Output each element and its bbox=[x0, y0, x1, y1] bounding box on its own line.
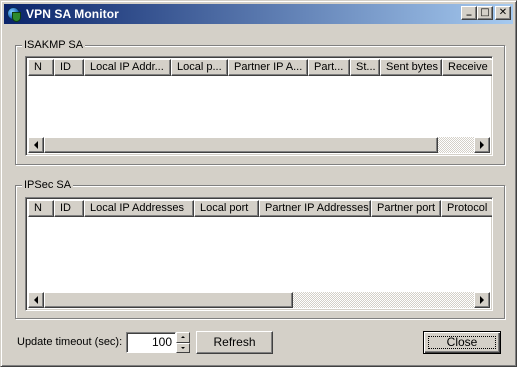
isakmp-col-local-ip[interactable]: Local IP Addr... bbox=[84, 59, 171, 76]
isakmp-sa-list-header: N ID Local IP Addr... Local p... Partner… bbox=[28, 59, 492, 76]
ipsec-col-id[interactable]: ID bbox=[54, 200, 84, 217]
update-timeout-input[interactable]: 100 bbox=[126, 332, 176, 353]
refresh-button[interactable]: Refresh bbox=[196, 331, 273, 354]
isakmp-col-local-port[interactable]: Local p... bbox=[171, 59, 228, 76]
isakmp-scroll-track[interactable] bbox=[44, 137, 474, 153]
isakmp-col-partner-ip[interactable]: Partner IP A... bbox=[228, 59, 308, 76]
isakmp-horizontal-scrollbar[interactable] bbox=[28, 137, 490, 153]
spin-up-button[interactable] bbox=[176, 332, 190, 343]
ipsec-scroll-right-button[interactable] bbox=[474, 292, 490, 308]
isakmp-sa-group-label: ISAKMP SA bbox=[22, 38, 86, 52]
ipsec-sa-list[interactable]: N ID Local IP Addresses Local port Partn… bbox=[25, 197, 493, 311]
isakmp-col-n[interactable]: N bbox=[28, 59, 54, 76]
ipsec-scroll-left-button[interactable] bbox=[28, 292, 44, 308]
isakmp-col-received[interactable]: Receive bbox=[442, 59, 492, 76]
arrow-right-icon bbox=[480, 141, 484, 149]
spin-up-icon bbox=[181, 336, 185, 339]
isakmp-col-sent-bytes[interactable]: Sent bytes bbox=[380, 59, 442, 76]
isakmp-sa-list[interactable]: N ID Local IP Addr... Local p... Partner… bbox=[25, 56, 493, 156]
arrow-right-icon bbox=[480, 296, 484, 304]
ipsec-col-local-ip[interactable]: Local IP Addresses bbox=[84, 200, 194, 217]
arrow-left-icon bbox=[34, 141, 38, 149]
window-title: VPN SA Monitor bbox=[26, 7, 119, 21]
title-bar[interactable]: VPN SA Monitor _ □ ✕ bbox=[4, 4, 513, 24]
isakmp-col-status[interactable]: St... bbox=[350, 59, 380, 76]
ipsec-sa-group-label: IPSec SA bbox=[22, 178, 74, 192]
minimize-button[interactable]: _ bbox=[461, 6, 477, 20]
spin-down-button[interactable] bbox=[176, 342, 190, 353]
maximize-button[interactable]: □ bbox=[477, 6, 493, 20]
minimize-icon: _ bbox=[466, 5, 472, 16]
maximize-icon: □ bbox=[480, 7, 490, 18]
ipsec-col-protocol[interactable]: Protocol bbox=[441, 200, 492, 217]
ipsec-col-partner-port[interactable]: Partner port bbox=[371, 200, 441, 217]
ipsec-horizontal-scrollbar[interactable] bbox=[28, 292, 490, 308]
close-window-button[interactable]: ✕ bbox=[495, 6, 511, 20]
vpn-app-icon bbox=[6, 6, 22, 22]
update-timeout-label: Update timeout (sec): bbox=[17, 336, 123, 348]
ipsec-col-local-port[interactable]: Local port bbox=[194, 200, 259, 217]
update-timeout-spinner[interactable] bbox=[176, 332, 190, 353]
vpn-sa-monitor-window: VPN SA Monitor _ □ ✕ ISAKMP SA N ID Loca… bbox=[0, 0, 517, 367]
ipsec-sa-list-header: N ID Local IP Addresses Local port Partn… bbox=[28, 200, 492, 217]
ipsec-col-partner-ip[interactable]: Partner IP Addresses bbox=[259, 200, 371, 217]
isakmp-col-id[interactable]: ID bbox=[54, 59, 84, 76]
focus-rectangle bbox=[428, 336, 496, 349]
isakmp-col-partner-port[interactable]: Part... bbox=[308, 59, 350, 76]
ipsec-scroll-thumb[interactable] bbox=[44, 292, 293, 308]
isakmp-scroll-thumb[interactable] bbox=[44, 137, 438, 153]
ipsec-col-n[interactable]: N bbox=[28, 200, 54, 217]
close-button[interactable]: Close bbox=[423, 331, 501, 354]
arrow-left-icon bbox=[34, 296, 38, 304]
close-icon: ✕ bbox=[498, 7, 508, 18]
ipsec-scroll-track[interactable] bbox=[44, 292, 474, 308]
isakmp-scroll-right-button[interactable] bbox=[474, 137, 490, 153]
spin-down-icon bbox=[181, 346, 185, 349]
isakmp-scroll-left-button[interactable] bbox=[28, 137, 44, 153]
